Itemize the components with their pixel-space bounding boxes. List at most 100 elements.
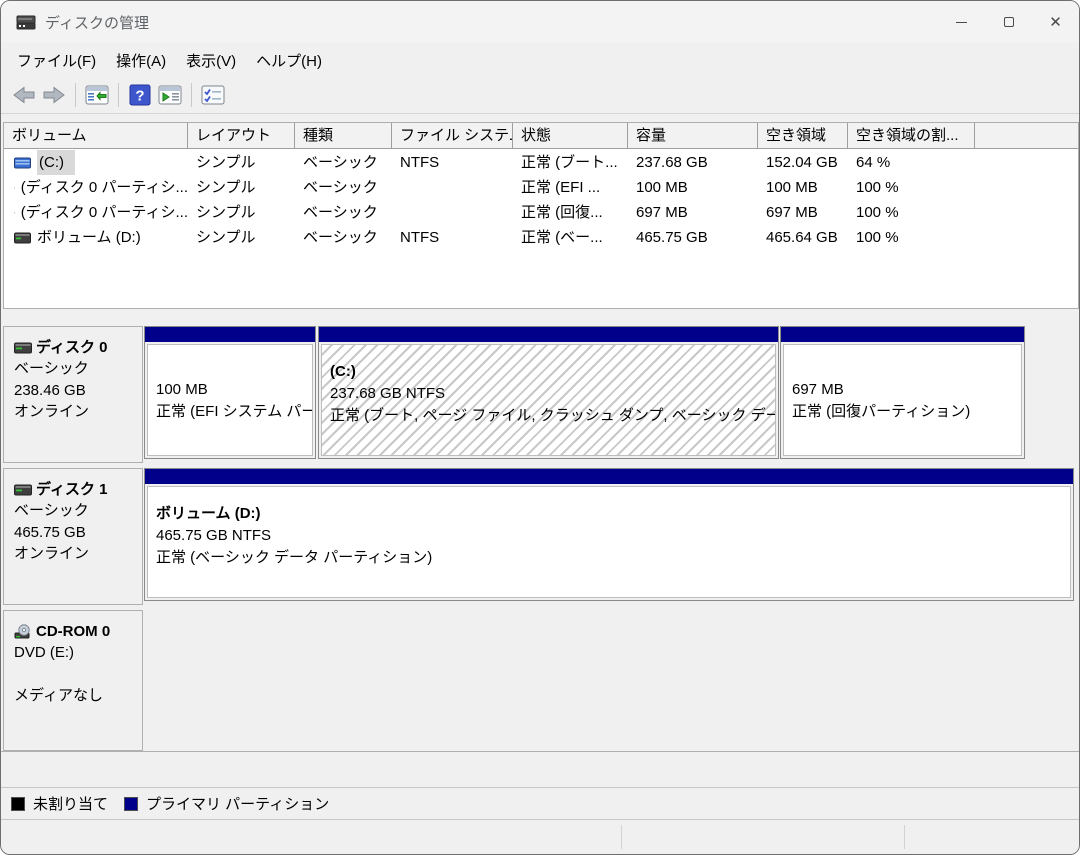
graphical-pane-divider xyxy=(1,751,1080,752)
minimize-icon xyxy=(956,22,967,23)
maximize-button[interactable] xyxy=(985,1,1032,43)
disk-1-row: ディスク 1 ベーシック 465.75 GB オンライン ボリューム (D:) … xyxy=(3,468,1079,605)
free-space-cell: 100 MB xyxy=(760,175,848,200)
volume-name-cell: ボリューム (D:) xyxy=(6,225,188,250)
menu-file[interactable]: ファイル(F) xyxy=(7,46,106,75)
legend-bar: 未割り当て プライマリ パーティション xyxy=(1,787,1080,820)
pct-free-cell: 64 % xyxy=(850,150,975,175)
column-header-capacity[interactable]: 容量 xyxy=(630,123,758,149)
status-bar-divider xyxy=(904,825,905,849)
minimize-button[interactable] xyxy=(938,1,985,43)
volume-name-cell: (C:) xyxy=(6,150,188,175)
status-bar xyxy=(1,821,1080,855)
table-row[interactable]: (C:) シンプル ベーシック NTFS 正常 (ブート... 237.68 G… xyxy=(4,150,1078,175)
close-button[interactable]: ✕ xyxy=(1032,1,1079,43)
partition-size: 237.68 GB NTFS xyxy=(330,383,775,405)
partition-size: 697 MB xyxy=(792,379,1021,401)
legend-label-primary-partition: プライマリ パーティション xyxy=(146,793,329,814)
type-cell: ベーシック xyxy=(297,175,392,200)
partition-name: ボリューム (D:) xyxy=(156,503,1070,525)
disk-status: オンライン xyxy=(14,401,136,423)
filesystem-cell: NTFS xyxy=(394,150,513,175)
status-bar-divider xyxy=(621,825,622,849)
column-header-status[interactable]: 状態 xyxy=(515,123,628,149)
filesystem-cell: NTFS xyxy=(394,225,513,250)
partition-recovery[interactable]: 697 MB 正常 (回復パーティション) xyxy=(780,326,1025,459)
disk-0-row: ディスク 0 ベーシック 238.46 GB オンライン 100 MB 正常 (… xyxy=(3,326,1079,463)
selected-partition-hatch: (C:) 237.68 GB NTFS 正常 (ブート, ページ ファイル, ク… xyxy=(321,344,776,456)
disk-size: 238.46 GB xyxy=(14,380,136,402)
back-button[interactable] xyxy=(9,81,39,109)
menu-help[interactable]: ヘルプ(H) xyxy=(246,46,332,75)
close-icon: ✕ xyxy=(1049,15,1062,30)
volume-name: (ディスク 0 パーティシ... xyxy=(21,175,188,200)
volume-name: (C:) xyxy=(37,150,75,175)
column-header-filesystem[interactable]: ファイル システム xyxy=(394,123,513,149)
partition-color-bar xyxy=(145,327,315,342)
console-tree-icon xyxy=(85,84,109,106)
properties-button[interactable] xyxy=(198,81,228,109)
partition-status: 正常 (EFI システム パー xyxy=(156,401,312,423)
type-cell: ベーシック xyxy=(297,200,392,225)
partition-c-drive[interactable]: (C:) 237.68 GB NTFS 正常 (ブート, ページ ファイル, ク… xyxy=(318,326,779,459)
window-title: ディスクの管理 xyxy=(45,12,149,33)
disk-type: ベーシック xyxy=(14,500,136,522)
partition-d-drive[interactable]: ボリューム (D:) 465.75 GB NTFS 正常 (ベーシック データ … xyxy=(144,468,1074,601)
table-row[interactable]: (ディスク 0 パーティシ... シンプル ベーシック 正常 (回復... 69… xyxy=(4,200,1078,225)
pct-free-cell: 100 % xyxy=(850,200,975,225)
forward-button[interactable] xyxy=(39,81,69,109)
cdrom-0-row: CD-ROM 0 DVD (E:) メディアなし xyxy=(3,610,1079,751)
disk-status: オンライン xyxy=(14,543,136,565)
partition-name: (C:) xyxy=(330,361,775,383)
legend-swatch-primary-partition xyxy=(124,797,138,811)
toolbar-separator xyxy=(191,83,192,107)
column-header-free-space[interactable]: 空き領域 xyxy=(760,123,848,149)
free-space-cell: 152.04 GB xyxy=(760,150,848,175)
help-button[interactable]: ? xyxy=(125,81,155,109)
filesystem-cell xyxy=(394,200,513,225)
column-header-filler xyxy=(977,123,1078,149)
maximize-icon xyxy=(1004,17,1014,27)
volume-name-cell: (ディスク 0 パーティシ... xyxy=(6,200,188,225)
cdrom-0-label-panel[interactable]: CD-ROM 0 DVD (E:) メディアなし xyxy=(3,610,143,751)
capacity-cell: 465.75 GB xyxy=(630,225,758,250)
volume-list-pane: ボリューム レイアウト 種類 ファイル システム 状態 容量 空き領域 空き領域… xyxy=(3,122,1079,309)
help-icon: ? xyxy=(129,84,151,106)
back-arrow-icon xyxy=(12,85,36,105)
action-pane-icon xyxy=(158,84,182,106)
partition-status: 正常 (回復パーティション) xyxy=(792,401,1021,423)
column-header-type[interactable]: 種類 xyxy=(297,123,392,149)
disk-status: メディアなし xyxy=(14,685,136,707)
table-row[interactable]: (ディスク 0 パーティシ... シンプル ベーシック 正常 (EFI ... … xyxy=(4,175,1078,200)
disk-0-label-panel[interactable]: ディスク 0 ベーシック 238.46 GB オンライン xyxy=(3,326,143,463)
legend-label-unallocated: 未割り当て xyxy=(33,793,108,814)
capacity-cell: 237.68 GB xyxy=(630,150,758,175)
filesystem-cell xyxy=(394,175,513,200)
disk-name: ディスク 0 xyxy=(36,337,107,358)
status-cell: 正常 (回復... xyxy=(515,200,628,225)
capacity-cell: 697 MB xyxy=(630,200,758,225)
disk-1-label-panel[interactable]: ディスク 1 ベーシック 465.75 GB オンライン xyxy=(3,468,143,605)
toolbar: ? xyxy=(1,77,1079,114)
disk-management-app-icon xyxy=(16,13,36,31)
show-console-tree-button[interactable] xyxy=(82,81,112,109)
menu-view[interactable]: 表示(V) xyxy=(176,46,246,75)
column-header-pct-free[interactable]: 空き領域の割... xyxy=(850,123,975,149)
disk-name: ディスク 1 xyxy=(36,479,107,500)
status-cell: 正常 (ブート... xyxy=(515,150,628,175)
menu-action[interactable]: 操作(A) xyxy=(106,46,176,75)
layout-cell: シンプル xyxy=(190,225,295,250)
capacity-cell: 100 MB xyxy=(630,175,758,200)
partition-efi-system[interactable]: 100 MB 正常 (EFI システム パー xyxy=(144,326,316,459)
partition-status: 正常 (ベーシック データ パーティション) xyxy=(156,547,1070,569)
toolbar-separator xyxy=(118,83,119,107)
drive-icon xyxy=(14,207,15,219)
partition-color-bar xyxy=(145,469,1073,484)
column-header-volume[interactable]: ボリューム xyxy=(6,123,188,149)
show-action-pane-button[interactable] xyxy=(155,81,185,109)
table-row[interactable]: ボリューム (D:) シンプル ベーシック NTFS 正常 (ベー... 465… xyxy=(4,225,1078,250)
svg-text:?: ? xyxy=(135,88,144,105)
partition-size: 465.75 GB NTFS xyxy=(156,525,1070,547)
disk-icon xyxy=(14,484,32,496)
column-header-layout[interactable]: レイアウト xyxy=(190,123,295,149)
